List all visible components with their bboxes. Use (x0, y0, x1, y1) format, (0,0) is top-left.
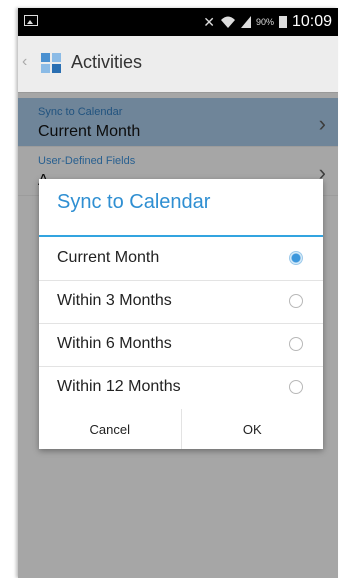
option-label: Within 6 Months (57, 335, 172, 352)
option-label: Within 12 Months (57, 378, 181, 395)
status-bar: ✕ 90% 10:09 (18, 8, 338, 36)
action-bar: ‹ Activities (18, 36, 338, 93)
app-logo-icon[interactable] (40, 52, 62, 74)
option-label: Within 3 Months (57, 292, 172, 309)
option-label: Current Month (57, 249, 160, 266)
dialog-title: Sync to Calendar (57, 191, 211, 213)
status-icons: ✕ 90% 10:09 (203, 11, 332, 33)
clock: 10:09 (291, 13, 332, 30)
radio-unchecked-icon[interactable] (289, 380, 303, 394)
picture-icon (24, 15, 38, 26)
sync-to-calendar-dialog: Sync to Calendar Current Month Within 3 … (39, 179, 323, 449)
radio-unchecked-icon[interactable] (289, 337, 303, 351)
back-icon[interactable]: ‹ (22, 53, 27, 71)
radio-unchecked-icon[interactable] (289, 294, 303, 308)
radio-checked-icon[interactable] (289, 251, 303, 265)
wifi-icon (220, 16, 235, 28)
option-within-12-months[interactable]: Within 12 Months (39, 366, 323, 410)
page-title: Activities (71, 52, 143, 72)
option-within-3-months[interactable]: Within 3 Months (39, 280, 323, 324)
battery-percent: 90% (255, 17, 274, 27)
signal-icon (240, 16, 251, 28)
battery-icon (278, 16, 287, 28)
ok-button[interactable]: OK (180, 409, 323, 449)
option-current-month[interactable]: Current Month (39, 237, 323, 281)
mute-icon: ✕ (203, 13, 215, 30)
option-within-6-months[interactable]: Within 6 Months (39, 323, 323, 367)
cancel-button[interactable]: Cancel (39, 409, 181, 449)
dialog-buttons: Cancel OK (39, 409, 323, 449)
phone-screen: ✕ 90% 10:09 ‹ Activities Sync to Calenda… (18, 8, 338, 578)
